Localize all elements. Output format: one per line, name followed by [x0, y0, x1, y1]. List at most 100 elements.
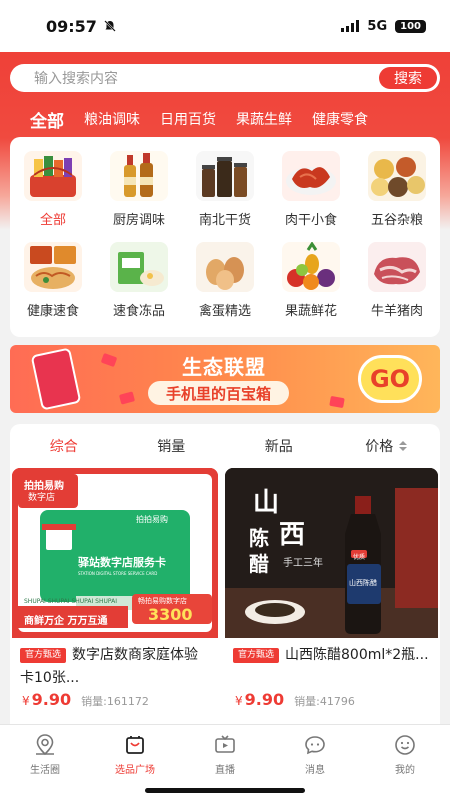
- product-image: 山 西 陈 醋 手工三年 优质 山西陈醋: [225, 468, 438, 638]
- product-image-label-top: 优质: [353, 554, 366, 561]
- product-card[interactable]: 拍拍易购 数字店 拍拍易购 驿站数字店服务卡 STATION DIGITAL S…: [12, 468, 218, 718]
- search-input[interactable]: 输入搜索内容: [34, 68, 118, 88]
- product-image: 拍拍易购 数字店 拍拍易购 驿站数字店服务卡 STATION DIGITAL S…: [12, 468, 218, 638]
- category-item-fruits[interactable]: 果蔬鲜花: [268, 242, 354, 319]
- jerky-icon: [282, 151, 340, 201]
- sort-new[interactable]: 新品: [225, 436, 333, 456]
- category-item-seasoning[interactable]: 厨房调味: [96, 151, 182, 228]
- envelope-icon: [118, 391, 136, 405]
- seasoning-bottles-icon: [110, 151, 168, 201]
- product-sales: 销量:161172: [81, 695, 149, 708]
- sort-price-label: 价格: [365, 439, 394, 455]
- product-image-label-main: 山西陈醋: [349, 579, 377, 587]
- battery-icon: 100: [395, 19, 426, 33]
- sort-arrows-icon: [399, 441, 408, 451]
- category-item-instant-food[interactable]: 健康速食: [10, 242, 96, 319]
- product-image-card-title: 驿站数字店服务卡: [78, 556, 166, 569]
- search-bar[interactable]: 输入搜索内容 搜索: [10, 64, 440, 92]
- product-image-text-xi: 西: [279, 520, 306, 550]
- tab-mine[interactable]: 我的: [360, 725, 450, 800]
- category-label: 速食冻品: [112, 304, 165, 319]
- tab-label: 消息: [305, 765, 325, 776]
- official-badge: 官方甄选: [20, 647, 67, 663]
- product-image-text-cu: 醋: [249, 552, 269, 576]
- home-indicator: [145, 788, 305, 793]
- fruits-icon: [282, 242, 340, 292]
- category-label: 厨房调味: [112, 213, 165, 228]
- phone-illustration: [30, 347, 82, 411]
- envelope-icon: [100, 352, 118, 368]
- category-label: 健康速食: [26, 304, 79, 319]
- banner-go-button[interactable]: GO: [358, 355, 422, 403]
- product-image-card-brand: 拍拍易购: [136, 515, 168, 524]
- product-image-slogan: 商鲜万企 万万互通: [24, 616, 108, 627]
- banner-title: 生态联盟: [182, 355, 266, 379]
- product-price: ¥9.90: [22, 690, 72, 709]
- category-label: 果蔬鲜花: [284, 304, 337, 319]
- category-label: 肉干小食: [284, 213, 337, 228]
- product-card[interactable]: 山 西 陈 醋 手工三年 优质 山西陈醋 官方甄选 山西陈醋800ml*2瓶...…: [225, 468, 438, 718]
- category-label: 全部: [39, 213, 66, 228]
- frozen-food-icon: [110, 242, 168, 292]
- sort-comprehensive[interactable]: 综合: [10, 436, 118, 456]
- product-image-card-en: STATION DIGITAL STORE SERVICE CARD: [78, 571, 158, 576]
- signal-icon: [341, 20, 360, 32]
- category-item-frozen[interactable]: 速食冻品: [96, 242, 182, 319]
- product-image-price-tag-value: 3300: [148, 605, 193, 624]
- category-item-eggs[interactable]: 禽蛋精选: [182, 242, 268, 319]
- tab-healthy-snacks[interactable]: 健康零食: [312, 109, 368, 129]
- location-pin-icon: [36, 734, 54, 756]
- product-image-strip: SHUPAI SHUPAI SHUPAI SHUPAI: [24, 598, 118, 605]
- official-badge: 官方甄选: [233, 647, 280, 663]
- chat-bubble-icon: [305, 736, 325, 755]
- tab-all[interactable]: 全部: [30, 107, 64, 132]
- tab-label: 直播: [215, 765, 235, 776]
- product-price: ¥9.90: [235, 690, 285, 709]
- category-item-jerky[interactable]: 肉干小食: [268, 151, 354, 228]
- banner-subtitle: 手机里的百宝箱: [148, 381, 290, 405]
- category-label: 禽蛋精选: [198, 304, 251, 319]
- category-item-dried-goods[interactable]: 南北干货: [182, 151, 268, 228]
- product-title: 官方甄选 山西陈醋800ml*2瓶...: [233, 644, 430, 667]
- smile-face-icon: [395, 735, 415, 755]
- meat-icon: [368, 242, 426, 292]
- sort-price[interactable]: 价格: [333, 436, 441, 456]
- instant-noodles-icon: [24, 242, 82, 292]
- status-bar: 09:57 5G 100: [0, 0, 450, 52]
- search-button[interactable]: 搜索: [379, 67, 437, 89]
- category-label: 南北干货: [198, 213, 251, 228]
- dried-goods-jars-icon: [196, 151, 254, 201]
- tab-grain-oil[interactable]: 粮油调味: [84, 109, 140, 129]
- category-item-meat[interactable]: 牛羊猪肉: [354, 242, 440, 319]
- envelope-icon: [329, 395, 345, 409]
- product-image-text-sub: 手工三年: [283, 558, 323, 569]
- sort-bar: 综合 销量 新品 价格: [10, 436, 440, 456]
- tab-fresh-produce[interactable]: 果蔬生鲜: [236, 109, 292, 129]
- product-image-text-shan: 山: [253, 488, 280, 518]
- status-time: 09:57: [46, 16, 97, 36]
- category-panel: 全部 厨房调味 南北干货 肉干小食 五谷杂粮 健康速食 速食冻品 禽蛋精选 果蔬…: [10, 137, 440, 337]
- grains-icon: [368, 151, 426, 201]
- category-label: 五谷杂粮: [370, 213, 423, 228]
- eggs-icon: [196, 242, 254, 292]
- tab-daily-goods[interactable]: 日用百货: [160, 109, 216, 129]
- bell-muted-icon: [104, 20, 116, 32]
- product-image-text-chen: 陈: [249, 526, 269, 550]
- network-type: 5G: [367, 18, 388, 34]
- tab-life-circle[interactable]: 生活圈: [0, 725, 90, 800]
- category-label: 牛羊猪肉: [370, 304, 423, 319]
- tv-icon: [215, 735, 235, 753]
- tab-label: 选品广场: [115, 765, 155, 776]
- snacks-basket-icon: [24, 151, 82, 201]
- category-item-all[interactable]: 全部: [10, 151, 96, 228]
- tab-label: 我的: [395, 765, 415, 776]
- product-image-store-tag: 数字店: [28, 493, 56, 503]
- product-title-text: 山西陈醋800ml*2瓶...: [285, 647, 429, 663]
- product-title: 官方甄选 数字店数商家庭体验卡10张...: [20, 644, 210, 690]
- sort-sales[interactable]: 销量: [118, 436, 226, 456]
- category-item-grains[interactable]: 五谷杂粮: [354, 151, 440, 228]
- shopping-bag-icon: [126, 736, 144, 754]
- tab-label: 生活圈: [30, 765, 60, 776]
- promo-banner[interactable]: 生态联盟 手机里的百宝箱 GO: [10, 345, 440, 413]
- category-tabs: 全部 粮油调味 日用百货 果蔬生鲜 健康零食: [0, 104, 450, 134]
